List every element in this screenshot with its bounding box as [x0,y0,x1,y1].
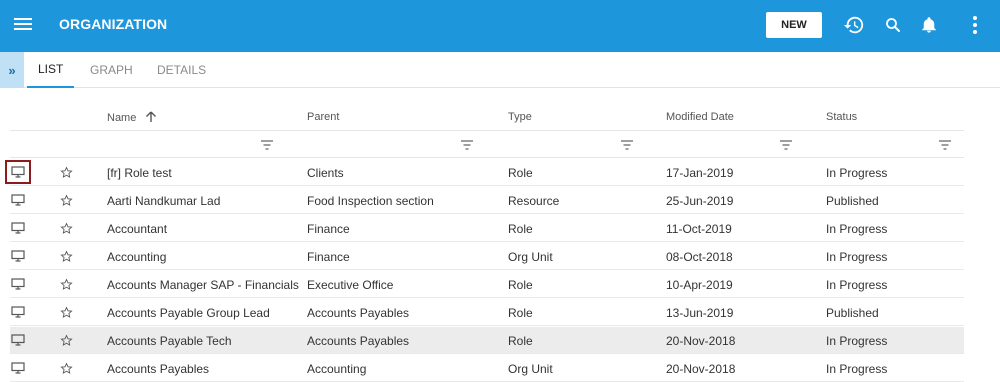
filter-status-icon[interactable] [939,139,951,150]
filter-modified-date-icon[interactable] [780,139,792,150]
table-row[interactable]: Accounts Manager SAP - Financials Execut… [10,271,964,298]
star-icon[interactable] [58,276,74,292]
page-title: ORGANIZATION [59,16,168,32]
column-header-parent[interactable]: Parent [307,111,339,123]
cell-modified-date: 17-Jan-2019 [666,166,734,180]
cell-type: Role [508,306,533,320]
cell-name[interactable]: Aarti Nandkumar Lad [107,194,220,208]
star-icon[interactable] [58,360,74,376]
cell-status: In Progress [826,362,888,376]
cell-type: Resource [508,194,560,208]
table-row[interactable]: Accounts Payable Tech Accounts Payables … [10,327,964,354]
cell-parent: Accounting [307,362,367,376]
cell-name[interactable]: Accounts Payable Group Lead [107,306,270,320]
cell-type: Role [508,278,533,292]
cell-modified-date: 11-Oct-2019 [666,222,732,236]
table-header-row: Name Parent Type Modified Date Status [10,103,964,131]
cell-type: Role [508,334,533,348]
expand-panel-icon[interactable]: » [0,52,24,88]
cell-type: Role [508,222,533,236]
cell-status: In Progress [826,278,888,292]
cell-name[interactable]: Accounts Payables [107,362,209,376]
monitor-icon[interactable] [5,160,31,184]
column-header-status[interactable]: Status [826,111,857,123]
cell-modified-date: 20-Nov-2018 [666,362,736,376]
cell-parent: Executive Office [307,278,394,292]
table-row[interactable]: Accounts Payables Accounting Org Unit 20… [10,355,964,382]
monitor-icon[interactable] [10,332,26,348]
new-button[interactable]: NEW [766,12,822,38]
monitor-icon[interactable] [10,192,26,208]
cell-status: In Progress [826,250,888,264]
sort-ascending-icon[interactable] [145,111,157,126]
hamburger-menu-icon[interactable] [14,15,32,33]
cell-type: Org Unit [508,250,553,264]
monitor-icon[interactable] [10,220,26,236]
star-icon[interactable] [58,220,74,236]
cell-name[interactable]: Accounting [107,250,166,264]
cell-status: In Progress [826,222,888,236]
tab-list[interactable]: LIST [27,52,75,88]
cell-modified-date: 20-Nov-2018 [666,334,736,348]
tab-bar: » LIST GRAPH DETAILS [0,52,1000,88]
filter-name-icon[interactable] [261,139,273,150]
filter-row [10,131,964,158]
notifications-bell-icon[interactable] [916,12,942,38]
cell-parent: Food Inspection section [307,194,434,208]
star-icon[interactable] [58,304,74,320]
cell-modified-date: 25-Jun-2019 [666,194,734,208]
search-icon[interactable] [880,12,906,38]
column-header-modified-date[interactable]: Modified Date [666,111,734,123]
filter-type-icon[interactable] [621,139,633,150]
cell-parent: Finance [307,250,350,264]
cell-parent: Accounts Payables [307,334,410,348]
monitor-icon[interactable] [10,248,26,264]
table-row[interactable]: Accounts Payable Group Lead Accounts Pay… [10,299,964,326]
monitor-icon[interactable] [10,304,26,320]
filter-parent-icon[interactable] [461,139,473,150]
star-icon[interactable] [58,248,74,264]
cell-modified-date: 08-Oct-2018 [666,250,733,264]
cell-name[interactable]: Accountant [107,222,167,236]
more-options-icon[interactable] [968,12,982,38]
cell-status: Published [826,306,879,320]
cell-name[interactable]: [fr] Role test [107,166,172,180]
star-icon[interactable] [58,332,74,348]
cell-parent: Finance [307,222,350,236]
tab-graph[interactable]: GRAPH [90,52,133,88]
table-row[interactable]: Accounting Finance Org Unit 08-Oct-2018 … [10,243,964,270]
cell-status: In Progress [826,166,888,180]
monitor-icon[interactable] [10,276,26,292]
cell-modified-date: 10-Apr-2019 [666,278,733,292]
cell-type: Role [508,166,533,180]
app-header: ORGANIZATION NEW [0,0,1000,52]
monitor-icon[interactable] [10,360,26,376]
history-icon[interactable] [841,12,867,38]
cell-parent: Clients [307,166,344,180]
column-header-name[interactable]: Name [107,111,157,126]
star-icon[interactable] [58,164,74,180]
cell-type: Org Unit [508,362,553,376]
table-row[interactable]: Accountant Finance Role 11-Oct-2019 In P… [10,215,964,242]
table-row[interactable]: [fr] Role test Clients Role 17-Jan-2019 … [5,159,964,186]
cell-name[interactable]: Accounts Payable Tech [107,334,232,348]
table-row[interactable]: Aarti Nandkumar Lad Food Inspection sect… [10,187,964,214]
column-header-type[interactable]: Type [508,111,532,123]
cell-parent: Accounts Payables [307,306,410,320]
tab-details[interactable]: DETAILS [157,52,206,88]
cell-status: Published [826,194,879,208]
cell-name[interactable]: Accounts Manager SAP - Financials [107,278,299,292]
cell-status: In Progress [826,334,888,348]
cell-modified-date: 13-Jun-2019 [666,306,734,320]
star-icon[interactable] [58,192,74,208]
